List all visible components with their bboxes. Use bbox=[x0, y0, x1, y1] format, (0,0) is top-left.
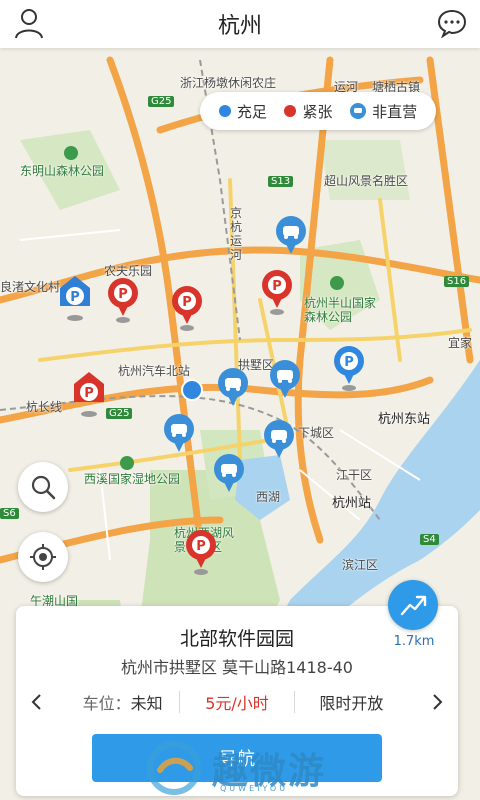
message-icon[interactable] bbox=[436, 8, 468, 38]
road-sign-g25: G25 bbox=[148, 96, 175, 107]
map-label-dongming: 东明山森林公园 bbox=[20, 164, 105, 178]
svg-text:P: P bbox=[272, 279, 282, 294]
car-icon bbox=[350, 103, 367, 119]
parking-pin-direct[interactable]: P bbox=[58, 274, 92, 324]
parking-pin-tight[interactable]: P bbox=[260, 268, 294, 318]
legend-label: 非直营 bbox=[372, 102, 418, 121]
map-label-jinghang: 京杭运河 bbox=[230, 206, 243, 262]
distance-label: 1.7km bbox=[393, 634, 435, 649]
top-bar: 杭州 bbox=[0, 0, 480, 48]
crosshair-icon bbox=[30, 544, 56, 570]
map-label-liangzhu: 良渚文化村 bbox=[0, 280, 61, 294]
map-label-banshan: 杭州半山国家森林公园 bbox=[304, 296, 377, 324]
legend-item-available: 充足 bbox=[218, 101, 267, 122]
legend-item-tight: 紧张 bbox=[284, 101, 332, 122]
parking-pin-non-direct[interactable] bbox=[212, 452, 246, 502]
svg-text:P: P bbox=[70, 290, 80, 305]
current-location-marker bbox=[181, 379, 203, 401]
parking-pin-non-direct[interactable] bbox=[274, 214, 308, 264]
chevron-right-icon bbox=[433, 694, 443, 710]
trend-arrow-icon bbox=[400, 595, 427, 616]
search-button[interactable] bbox=[18, 462, 68, 512]
hours-stat: 限时开放 bbox=[319, 694, 384, 713]
map-label-xixi: 西溪国家湿地公园 bbox=[84, 472, 181, 486]
road-sign-g25b: G25 bbox=[106, 408, 133, 419]
parking-pin-available[interactable]: P bbox=[332, 344, 366, 394]
spaces-value: 未知 bbox=[130, 694, 163, 713]
parking-address: 杭州市拱墅区 莫干山路1418-40 bbox=[121, 658, 353, 677]
legend-label: 充足 bbox=[236, 102, 267, 121]
road-sign-s13: S13 bbox=[268, 176, 294, 187]
map-label-hangchang: 杭长线 bbox=[26, 400, 63, 414]
tight-dot-icon bbox=[284, 105, 297, 117]
locate-button[interactable] bbox=[18, 532, 68, 582]
price-stat: 5元/小时 bbox=[205, 694, 269, 713]
map-label-hangzhou-east: 杭州东站 bbox=[378, 412, 431, 427]
parking-pin-tight-direct[interactable]: P bbox=[72, 370, 106, 420]
legend-item-non-direct: 非直营 bbox=[350, 101, 417, 122]
parking-pin-non-direct[interactable] bbox=[162, 412, 196, 462]
map-label-binjiang: 滨江区 bbox=[342, 558, 379, 572]
next-parking-button[interactable] bbox=[426, 688, 450, 716]
svg-text:P: P bbox=[196, 539, 206, 554]
road-sign-s6: S6 bbox=[0, 508, 19, 519]
parking-pin-tight[interactable]: P bbox=[184, 528, 218, 578]
map-label-chaoshan: 超山风景名胜区 bbox=[324, 174, 409, 188]
map-label-zhejiang: 浙江杨墩休闲农庄 bbox=[180, 76, 277, 90]
road-sign-s4: S4 bbox=[420, 534, 439, 545]
chevron-left-icon bbox=[31, 694, 41, 710]
map-label-yijia: 宜家 bbox=[448, 336, 473, 350]
spaces-stat: 车位：未知 bbox=[66, 690, 179, 714]
map-label-xihu: 西湖 bbox=[256, 490, 281, 504]
previous-parking-button[interactable] bbox=[24, 688, 48, 716]
parking-pin-non-direct[interactable] bbox=[262, 418, 296, 468]
map-label-xiacheng: 下城区 bbox=[298, 426, 335, 440]
route-button[interactable] bbox=[388, 580, 438, 630]
page-title: 杭州 bbox=[217, 14, 262, 39]
parking-pin-non-direct[interactable] bbox=[268, 358, 302, 408]
status-legend: 充足 紧张 非直营 bbox=[200, 92, 436, 130]
watermark-logo: 趣微游 QUWEIYOU bbox=[146, 740, 346, 796]
svg-text:P: P bbox=[182, 295, 192, 310]
search-icon bbox=[31, 475, 56, 500]
spaces-label: 车位： bbox=[82, 694, 131, 713]
parking-pin-tight[interactable]: P bbox=[170, 284, 204, 334]
legend-label: 紧张 bbox=[302, 102, 333, 121]
svg-text:P: P bbox=[344, 355, 354, 370]
available-dot-icon bbox=[218, 105, 231, 117]
map-label-bus-station: 杭州汽车北站 bbox=[118, 364, 191, 378]
parking-pin-tight[interactable]: P bbox=[106, 276, 140, 326]
road-sign-s16: S16 bbox=[444, 276, 470, 287]
park-icon bbox=[120, 456, 134, 470]
park-icon bbox=[64, 146, 78, 160]
watermark-subtext: QUWEIYOU bbox=[220, 784, 289, 793]
map-label-hangzhou-station: 杭州站 bbox=[332, 496, 372, 511]
park-icon bbox=[330, 276, 344, 290]
watermark-swirl-icon bbox=[147, 741, 201, 795]
svg-text:P: P bbox=[84, 386, 94, 401]
parking-stats: 车位：未知 5元/小时 限时开放 bbox=[66, 688, 408, 716]
svg-text:P: P bbox=[118, 287, 128, 302]
parking-pin-non-direct[interactable] bbox=[216, 366, 250, 416]
map-label-jianggan: 江干区 bbox=[336, 468, 373, 482]
